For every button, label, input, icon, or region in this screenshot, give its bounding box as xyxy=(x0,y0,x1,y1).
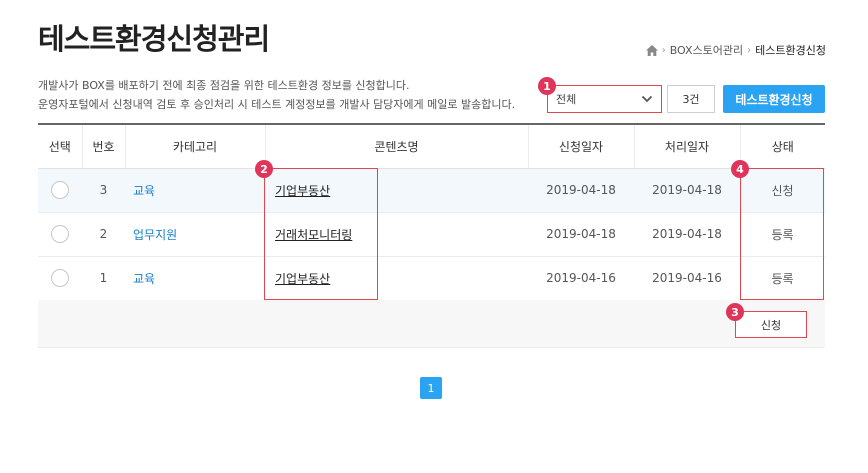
apply-test-env-button[interactable]: 테스트환경신청 xyxy=(723,85,825,113)
table-action-bar xyxy=(38,300,825,348)
row-select-radio[interactable] xyxy=(51,269,69,287)
column-header-number: 번호 xyxy=(81,123,125,169)
request-date: 2019-04-18 xyxy=(528,212,634,257)
category-link[interactable]: 교육 xyxy=(133,184,155,198)
request-date: 2019-04-16 xyxy=(528,256,634,301)
home-icon[interactable] xyxy=(645,44,658,56)
column-header-processed-date: 처리일자 xyxy=(633,123,740,169)
page-number-current[interactable]: 1 xyxy=(420,377,442,399)
content-name-link[interactable]: 기업부동산 xyxy=(275,272,330,286)
row-number: 1 xyxy=(82,256,125,301)
request-date: 2019-04-18 xyxy=(528,168,634,213)
table-row[interactable]: 1 교육 기업부동산 2019-04-16 2019-04-16 등록 xyxy=(38,256,825,301)
breadcrumb-separator: › xyxy=(747,44,752,56)
column-header-request-date: 신청일자 xyxy=(527,123,634,169)
content-name-link[interactable]: 기업부동산 xyxy=(275,184,330,198)
breadcrumb-separator: › xyxy=(661,44,666,56)
page-description: 개발사가 BOX를 배포하기 전에 최종 점검을 위한 테스트환경 정보를 신청… xyxy=(38,76,515,114)
category-link[interactable]: 교육 xyxy=(133,272,155,286)
annotation-marker-4: 4 xyxy=(731,160,749,178)
table-row[interactable]: 3 교육 기업부동산 2019-04-18 2019-04-18 신청 xyxy=(38,168,825,213)
status-label: 신청 xyxy=(740,168,825,213)
category-filter-select[interactable]: 전체 xyxy=(547,85,662,113)
pagination: 1 xyxy=(420,377,442,399)
content-name-link[interactable]: 거래처모니터링 xyxy=(275,228,352,242)
result-count: 3건 xyxy=(667,85,715,113)
column-header-content-name: 콘텐츠명 xyxy=(264,123,528,169)
annotation-marker-1: 1 xyxy=(538,77,556,95)
chevron-down-icon xyxy=(641,95,653,103)
breadcrumb-item-box-store[interactable]: BOX스토어관리 xyxy=(670,42,743,58)
table-header-row: 선택 번호 카테고리 콘텐츠명 신청일자 처리일자 상태 xyxy=(38,123,825,169)
processed-date: 2019-04-16 xyxy=(634,256,740,301)
page-title: 테스트환경신청관리 xyxy=(38,22,270,56)
description-line: 개발사가 BOX를 배포하기 전에 최종 점검을 위한 테스트환경 정보를 신청… xyxy=(38,79,410,92)
request-button[interactable]: 신청 xyxy=(735,311,807,338)
status-label: 등록 xyxy=(740,256,825,301)
column-header-select: 선택 xyxy=(38,123,82,169)
column-header-status: 상태 xyxy=(739,123,825,169)
column-header-category: 카테고리 xyxy=(124,123,265,169)
row-number: 2 xyxy=(82,212,125,257)
processed-date: 2019-04-18 xyxy=(634,168,740,213)
category-link[interactable]: 업무지원 xyxy=(133,228,177,242)
breadcrumb: › BOX스토어관리 › 테스트환경신청 xyxy=(645,42,826,58)
table-row[interactable]: 2 업무지원 거래처모니터링 2019-04-18 2019-04-18 등록 xyxy=(38,212,825,257)
breadcrumb-item-current: 테스트환경신청 xyxy=(755,44,826,57)
status-label: 등록 xyxy=(740,212,825,257)
filter-selected-value: 전체 xyxy=(556,93,577,106)
row-select-radio[interactable] xyxy=(51,225,69,243)
annotation-marker-2: 2 xyxy=(255,160,273,178)
description-line: 운영자포털에서 신청내역 검토 후 승인처리 시 테스트 계정정보를 개발사 담… xyxy=(38,98,516,111)
annotation-marker-3: 3 xyxy=(726,303,744,321)
request-table: 선택 번호 카테고리 콘텐츠명 신청일자 처리일자 상태 3 교육 기업부동산 … xyxy=(38,123,825,301)
row-select-radio[interactable] xyxy=(51,181,69,199)
row-number: 3 xyxy=(82,168,125,213)
processed-date: 2019-04-18 xyxy=(634,212,740,257)
